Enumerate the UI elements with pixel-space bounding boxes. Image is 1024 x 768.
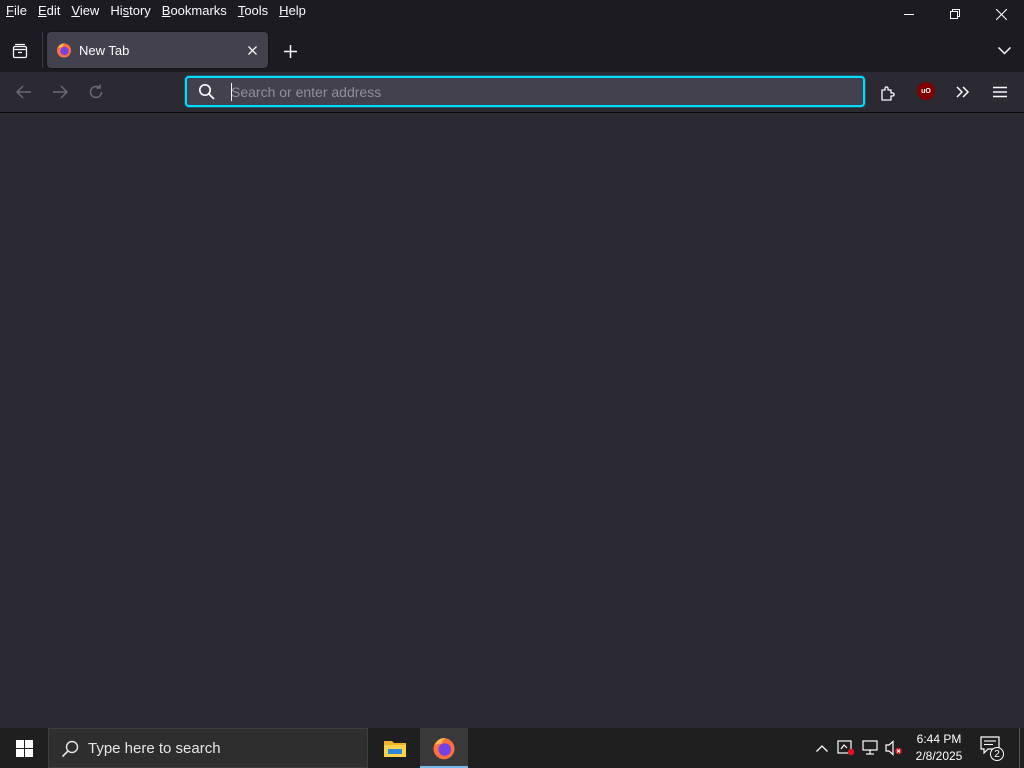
restore-button[interactable] <box>932 0 978 28</box>
more-tools-button[interactable] <box>948 78 978 106</box>
restore-icon <box>950 9 960 19</box>
volume-tray-button[interactable] <box>884 738 904 758</box>
taskbar-search-box[interactable]: Type here to search <box>48 728 368 768</box>
menu-file[interactable]: File <box>0 1 32 21</box>
menu-tools[interactable]: Tools <box>232 1 273 21</box>
plus-icon <box>283 44 297 58</box>
back-button[interactable] <box>9 78 39 106</box>
notification-count-badge: 2 <box>990 747 1004 761</box>
ublock-origin-icon[interactable]: uO <box>917 82 935 100</box>
chevron-up-icon <box>816 744 828 752</box>
close-icon <box>995 8 1007 20</box>
forward-arrow-icon <box>53 85 68 99</box>
show-desktop-button[interactable] <box>1019 728 1020 768</box>
extensions-icon <box>881 85 895 101</box>
firefox-icon <box>57 43 71 58</box>
extensions-button[interactable] <box>873 78 903 106</box>
menu-history[interactable]: History <box>104 1 155 21</box>
search-icon <box>61 740 79 758</box>
firefox-view-icon <box>12 43 28 59</box>
firefox-icon <box>433 738 455 760</box>
reload-button[interactable] <box>81 78 111 106</box>
minimize-icon <box>904 14 914 15</box>
back-arrow-icon <box>16 85 31 99</box>
firefox-view-button[interactable] <box>6 38 34 64</box>
tab-new-tab[interactable]: New Tab <box>47 32 268 68</box>
taskbar-search-placeholder: Type here to search <box>88 740 221 757</box>
network-tray-button[interactable] <box>860 738 880 758</box>
close-window-button[interactable] <box>978 0 1024 28</box>
file-explorer-icon <box>384 741 406 757</box>
text-caret <box>231 83 232 101</box>
start-button[interactable] <box>0 728 48 768</box>
page-content <box>0 113 1024 728</box>
forward-button[interactable] <box>45 78 75 106</box>
clock-date: 2/8/2025 <box>915 749 963 763</box>
menu-edit[interactable]: Edit <box>32 1 65 21</box>
application-menu-button[interactable] <box>985 78 1015 106</box>
list-all-tabs-button[interactable] <box>990 38 1018 64</box>
tab-strip: New Tab <box>0 28 1024 72</box>
title-bar: File Edit View History Bookmarks Tools H… <box>0 0 1024 28</box>
taskbar-file-explorer[interactable] <box>371 728 419 768</box>
tray-app-icon[interactable] <box>836 738 856 758</box>
minimize-button[interactable] <box>886 0 932 28</box>
show-hidden-icons-button[interactable] <box>812 738 832 758</box>
menu-view[interactable]: View <box>65 1 104 21</box>
close-icon <box>247 45 257 55</box>
tab-title: New Tab <box>79 42 130 58</box>
overflow-chevrons-icon <box>956 86 970 98</box>
taskbar-firefox[interactable] <box>420 728 468 768</box>
volume-muted-icon <box>885 740 902 756</box>
tab-close-button[interactable] <box>240 38 264 62</box>
windows-logo-icon <box>15 739 33 757</box>
menu-bar: File Edit View History Bookmarks Tools H… <box>0 0 311 22</box>
chevron-down-icon <box>997 47 1011 55</box>
taskbar: Type here to search 6:44 PM 2/8/2025 2 <box>0 728 1024 768</box>
url-bar[interactable] <box>185 76 865 107</box>
network-icon <box>862 740 878 755</box>
hamburger-menu-icon <box>993 86 1007 98</box>
taskbar-clock[interactable]: 6:44 PM 2/8/2025 <box>908 731 970 765</box>
clock-time: 6:44 PM <box>916 732 962 746</box>
reload-icon <box>89 84 103 99</box>
security-alert-icon <box>837 740 855 756</box>
new-tab-button[interactable] <box>276 38 304 64</box>
address-input[interactable] <box>231 83 851 101</box>
tab-separator <box>42 32 43 68</box>
menu-bookmarks[interactable]: Bookmarks <box>156 1 232 21</box>
menu-help[interactable]: Help <box>273 1 311 21</box>
navigation-toolbar: uO <box>0 72 1024 113</box>
search-icon <box>198 83 215 100</box>
